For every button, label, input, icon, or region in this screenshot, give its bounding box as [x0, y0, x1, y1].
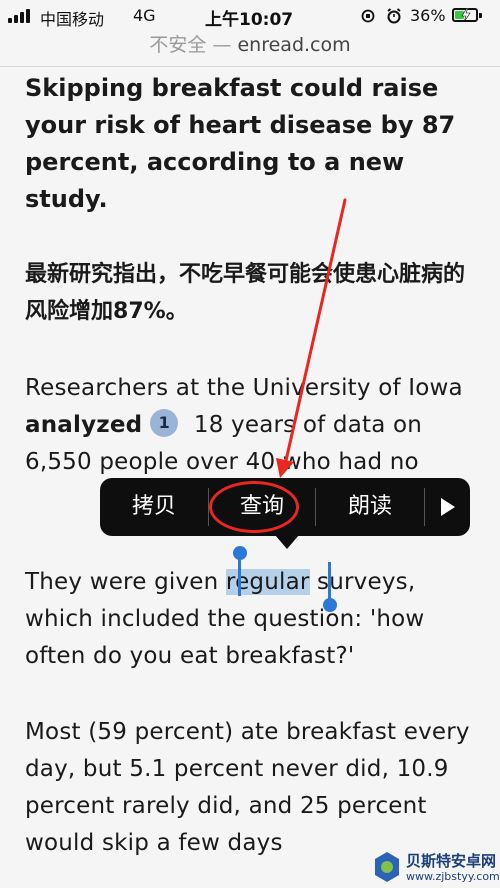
selection-start-bar[interactable]: [238, 558, 241, 596]
text-edit-menu: 拷贝 查询 朗读: [100, 478, 470, 536]
battery-percent: 36%: [410, 6, 446, 25]
carrier-name: 中国移动: [40, 10, 105, 29]
watermark-logo-icon: [375, 852, 399, 882]
watermark-url: www.zjbstyy.com: [406, 870, 500, 883]
speak-menu-item[interactable]: 朗读: [316, 478, 424, 536]
site-watermark: 贝斯特安卓网 www.zjbstyy.com: [362, 848, 500, 888]
p1-text-before: Researchers at the University of Iowa: [25, 375, 463, 401]
selection-end-bar[interactable]: [328, 562, 331, 600]
address-bar-divider: [0, 66, 500, 67]
play-right-icon: [440, 498, 455, 516]
paragraph-3: Most (59 percent) ate breakfast every da…: [25, 719, 470, 856]
paragraph-1: Researchers at the University of Iowa an…: [25, 370, 485, 481]
signal-icon: [8, 9, 34, 23]
more-menu-item[interactable]: [425, 478, 470, 536]
orientation-lock-icon: [361, 9, 375, 23]
address-bar[interactable]: 不安全 — enread.com: [0, 30, 500, 58]
chinese-translation-text: 最新研究指出，不吃早餐可能会使患心脏病的风险增加: [25, 262, 466, 324]
battery-cap: [479, 13, 482, 18]
menu-pointer: [275, 535, 299, 549]
chinese-translation: 最新研究指出，不吃早餐可能会使患心脏病的风险增加87%。: [25, 256, 475, 330]
vocab-word[interactable]: analyzed: [25, 412, 142, 438]
copy-menu-item[interactable]: 拷贝: [100, 478, 208, 536]
url-domain: enread.com: [237, 34, 351, 56]
p2-text-before: They were given: [25, 569, 226, 595]
network-type: 4G: [133, 6, 156, 25]
chinese-translation-end: 。: [165, 299, 188, 324]
article-headline: Skipping breakfast could raise your risk…: [25, 74, 456, 213]
alarm-icon: [387, 8, 401, 24]
lookup-menu-item[interactable]: 查询: [209, 478, 315, 536]
chinese-translation-percent: 87%: [113, 299, 166, 324]
status-bar: 中国移动 4G 上午10:07 36%: [0, 0, 500, 32]
paragraph-2: They were given regular surveys, which i…: [25, 564, 485, 675]
selection-end-handle[interactable]: [323, 598, 337, 612]
watermark-title: 贝斯特安卓网: [406, 852, 497, 870]
charging-bolt-icon: [461, 8, 471, 22]
footnote-badge[interactable]: 1: [150, 409, 179, 437]
status-time: 上午10:07: [205, 10, 294, 30]
security-label: 不安全: [149, 34, 207, 56]
url-separator: —: [206, 34, 238, 56]
